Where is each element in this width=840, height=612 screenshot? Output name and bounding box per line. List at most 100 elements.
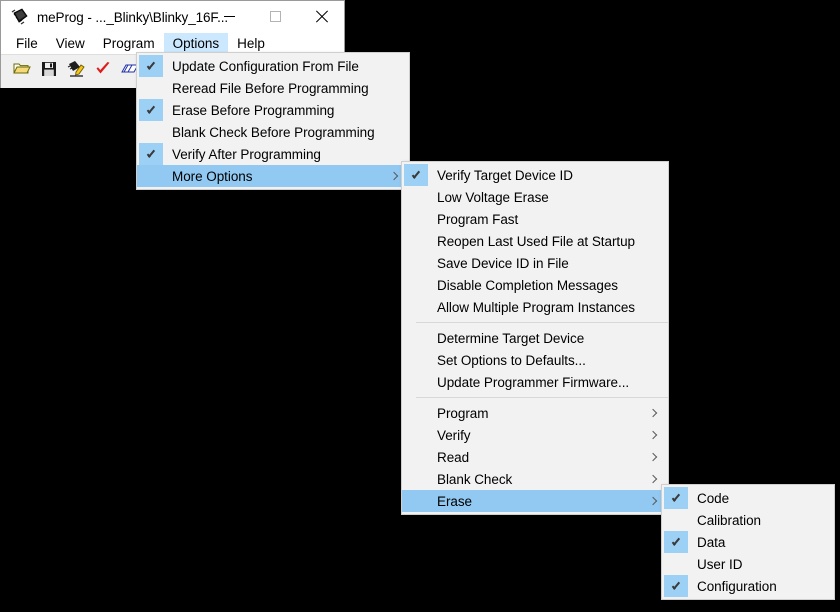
title-bar: meProg - ..._Blinky\Blinky_16F... xyxy=(1,1,344,33)
menu-item[interactable]: Data xyxy=(662,531,834,553)
menu-item-label: Reread File Before Programming xyxy=(172,80,369,96)
menu-item[interactable]: Erase xyxy=(402,490,668,512)
check-glyph xyxy=(146,61,157,72)
menu-item[interactable]: Update Programmer Firmware... xyxy=(402,371,668,393)
menu-item-label: Configuration xyxy=(697,578,777,594)
menu-item-label: More Options xyxy=(172,168,253,184)
menubar-item-label: View xyxy=(55,36,85,51)
menubar-item-label: Options xyxy=(172,36,220,51)
options-menu-panel: Update Configuration From File Reread Fil… xyxy=(136,52,410,190)
menu-item[interactable]: Low Voltage Erase xyxy=(402,186,668,208)
menu-item-label: Save Device ID in File xyxy=(437,255,569,271)
menu-item[interactable]: Update Configuration From File xyxy=(137,55,409,77)
menubar-item-label: Help xyxy=(237,36,265,51)
checkbox-placeholder xyxy=(139,77,163,99)
close-icon xyxy=(315,10,328,23)
check-glyph xyxy=(146,149,157,160)
menu-item[interactable]: Verify Target Device ID xyxy=(402,164,668,186)
menu-item[interactable]: User ID xyxy=(662,553,834,575)
maximize-button[interactable] xyxy=(252,1,298,31)
menu-item[interactable]: Save Device ID in File xyxy=(402,252,668,274)
checkmark-icon xyxy=(139,99,163,121)
menubar-item-file[interactable]: File xyxy=(7,33,47,54)
checkbox-placeholder xyxy=(404,230,428,252)
close-button[interactable] xyxy=(298,1,344,31)
menu-item-label: Code xyxy=(697,490,730,506)
check-glyph xyxy=(146,105,157,116)
menu-item[interactable]: Configuration xyxy=(662,575,834,597)
program-device-button[interactable] xyxy=(65,61,87,83)
menu-item[interactable]: Verify After Programming xyxy=(137,143,409,165)
checkbox-placeholder xyxy=(139,121,163,143)
menu-separator xyxy=(416,322,668,323)
open-file-button[interactable] xyxy=(11,61,33,83)
checkbox-placeholder xyxy=(404,349,428,371)
verify-button[interactable] xyxy=(92,61,114,83)
checkbox-placeholder xyxy=(404,327,428,349)
menu-item-label: Allow Multiple Program Instances xyxy=(437,299,635,315)
minimize-button[interactable] xyxy=(206,1,252,31)
menu-item-label: Verify Target Device ID xyxy=(437,167,573,183)
menu-item[interactable]: More Options xyxy=(137,165,409,187)
erase-submenu-panel: Code Calibration Data User ID Configuration xyxy=(661,484,835,600)
open-file-icon xyxy=(13,61,31,82)
menu-item-label: Reopen Last Used File at Startup xyxy=(437,233,636,249)
menubar-item-options[interactable]: Options xyxy=(163,33,229,54)
checkbox-placeholder xyxy=(404,186,428,208)
menubar-item-label: Program xyxy=(102,36,155,51)
checkbox-placeholder xyxy=(404,424,428,446)
verify-icon xyxy=(95,61,111,82)
menu-item[interactable]: Set Options to Defaults... xyxy=(402,349,668,371)
checkbox-placeholder xyxy=(404,252,428,274)
menu-item-label: Calibration xyxy=(697,512,761,528)
more-options-menu-panel: Verify Target Device ID Low Voltage Erase… xyxy=(401,161,669,515)
menu-item[interactable]: Read xyxy=(402,446,668,468)
menu-item[interactable]: Program xyxy=(402,402,668,424)
checkbox-placeholder xyxy=(404,446,428,468)
menu-item-label: Read xyxy=(437,449,470,465)
checkbox-placeholder xyxy=(404,468,428,490)
menu-item[interactable]: Erase Before Programming xyxy=(137,99,409,121)
menu-item[interactable]: Determine Target Device xyxy=(402,327,668,349)
checkbox-placeholder xyxy=(404,296,428,318)
menu-item[interactable]: Reopen Last Used File at Startup xyxy=(402,230,668,252)
menubar-item-view[interactable]: View xyxy=(47,33,94,54)
menu-item-label: Set Options to Defaults... xyxy=(437,352,586,368)
checkbox-placeholder xyxy=(139,165,163,187)
menu-item[interactable]: Verify xyxy=(402,424,668,446)
menu-item[interactable]: Allow Multiple Program Instances xyxy=(402,296,668,318)
menu-item-label: Update Configuration From File xyxy=(172,58,359,74)
menu-bar: File View Program Options Help xyxy=(1,33,344,54)
maximize-icon xyxy=(269,10,281,22)
checkmark-icon xyxy=(139,55,163,77)
menubar-item-help[interactable]: Help xyxy=(228,33,274,54)
menu-item-label: Verify xyxy=(437,427,471,443)
menu-item[interactable]: Disable Completion Messages xyxy=(402,274,668,296)
menu-item[interactable]: Program Fast xyxy=(402,208,668,230)
save-file-button[interactable] xyxy=(38,61,60,83)
menu-item-label: User ID xyxy=(697,556,743,572)
checkbox-placeholder xyxy=(404,274,428,296)
screen: meProg - ..._Blinky\Blinky_16F... File Vi… xyxy=(0,0,840,612)
menu-item-label: Blank Check xyxy=(437,471,513,487)
menu-item-label: Data xyxy=(697,534,726,550)
menubar-item-label: File xyxy=(16,36,38,51)
checkbox-placeholder xyxy=(664,553,688,575)
menu-item-label: Erase Before Programming xyxy=(172,102,335,118)
minimize-icon xyxy=(223,15,235,17)
program-device-icon xyxy=(67,60,85,83)
menu-item[interactable]: Blank Check xyxy=(402,468,668,490)
menu-item[interactable]: Code xyxy=(662,487,834,509)
menu-separator xyxy=(416,397,668,398)
save-file-icon xyxy=(41,61,57,82)
checkmark-icon xyxy=(404,164,428,186)
menu-item[interactable]: Blank Check Before Programming xyxy=(137,121,409,143)
menubar-item-program[interactable]: Program xyxy=(94,33,164,54)
menu-item-label: Verify After Programming xyxy=(172,146,321,162)
menu-item-label: Program xyxy=(437,405,489,421)
menu-item-label: Program Fast xyxy=(437,211,519,227)
menu-item[interactable]: Calibration xyxy=(662,509,834,531)
checkmark-icon xyxy=(139,143,163,165)
menu-item[interactable]: Reread File Before Programming xyxy=(137,77,409,99)
menu-item-label: Blank Check Before Programming xyxy=(172,124,375,140)
